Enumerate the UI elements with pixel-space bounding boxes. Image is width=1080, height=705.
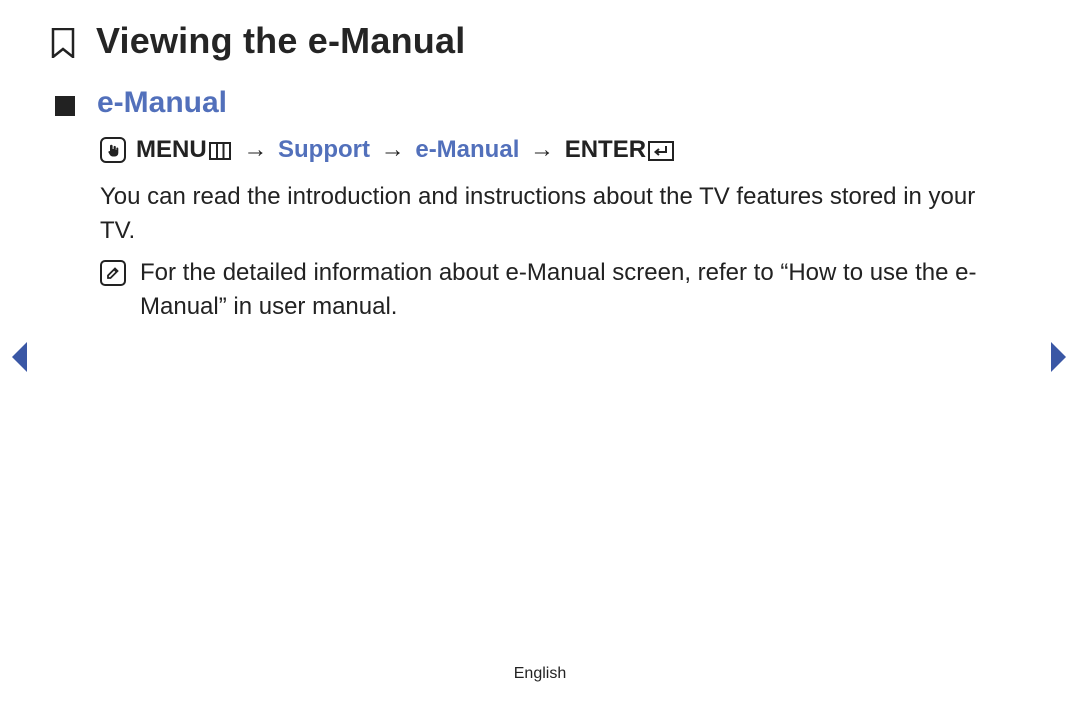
menu-path-text: MENU → Support → e-Manual → ENTER (136, 136, 676, 164)
note-pencil-icon (100, 260, 126, 286)
enter-icon (648, 141, 674, 161)
arrow-2: → (377, 136, 409, 163)
enter-label: ENTER (565, 136, 646, 163)
manual-page: Viewing the e-Manual e-Manual MENU → Sup… (0, 0, 1080, 705)
arrow-1: → (239, 136, 271, 163)
section-heading: e-Manual (97, 86, 227, 120)
hand-icon (100, 137, 126, 163)
page-title: Viewing the e-Manual (96, 20, 465, 62)
menu-label: MENU (136, 136, 207, 163)
menu-path: MENU → Support → e-Manual → ENTER (100, 136, 676, 164)
prev-page-arrow[interactable] (8, 340, 30, 374)
section-row: e-Manual (55, 86, 227, 120)
menu-grid-icon (209, 142, 231, 160)
footer-language: English (0, 665, 1080, 683)
title-row: Viewing the e-Manual (50, 20, 465, 62)
arrow-3: → (526, 136, 558, 163)
note-row: For the detailed information about e-Man… (100, 256, 1025, 324)
breadcrumb-support: Support (278, 136, 370, 163)
square-bullet-icon (55, 96, 75, 116)
bookmark-icon (50, 28, 76, 58)
note-text: For the detailed information about e-Man… (140, 256, 1025, 324)
next-page-arrow[interactable] (1048, 340, 1070, 374)
breadcrumb-emanual: e-Manual (415, 136, 519, 163)
body-text: You can read the introduction and instru… (100, 180, 1010, 248)
